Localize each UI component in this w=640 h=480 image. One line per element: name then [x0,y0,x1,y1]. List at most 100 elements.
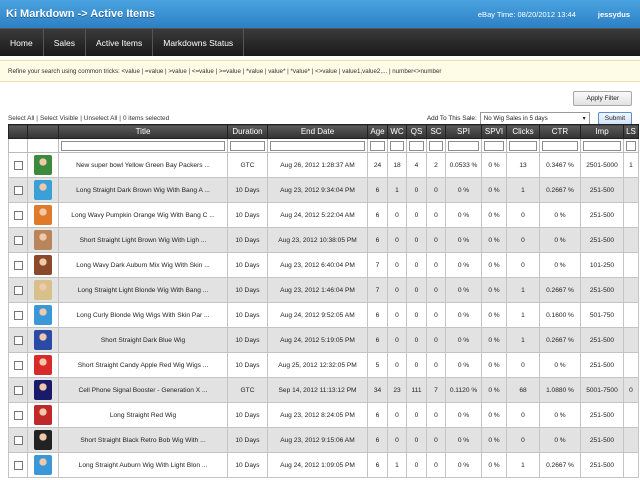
filter-spi-input[interactable] [448,140,479,151]
item-thumbnail[interactable] [34,205,52,225]
row-checkbox[interactable] [13,460,23,470]
cell-sc: 2 [426,152,446,178]
item-title[interactable]: Long Wavy Pumpkin Orange Wig With Bang C… [58,202,228,228]
cell-clicks: 1 [506,277,540,303]
row-checkbox[interactable] [13,260,23,270]
item-thumbnail[interactable] [34,230,52,250]
cell-imp: 251-500 [580,427,624,453]
col-duration[interactable]: Duration [227,124,268,139]
cell-duration: 10 Days [227,177,268,203]
nav-markdowns-status[interactable]: Markdowns Status [153,29,245,56]
item-title[interactable]: Long Curly Blonde Wig Wigs With Skin Par… [58,302,228,328]
item-title[interactable]: New super bowl Yellow Green Bay Packers … [58,152,228,178]
cell-sc: 0 [426,177,446,203]
col-clicks[interactable]: Clicks [506,124,540,139]
table-row[interactable]: Long Straight Red Wig 10 Days Aug 23, 2012… [8,402,639,428]
select-visible-link[interactable]: Select Visible [40,115,78,122]
col-sc[interactable]: SC [426,124,446,139]
submit-button[interactable]: Submit [597,111,632,125]
nav-home[interactable]: Home [0,29,44,56]
filter-qs-input[interactable] [409,140,424,151]
item-title[interactable]: Cell Phone Signal Booster - Generation X… [58,377,228,403]
filter-wc-input[interactable] [390,140,404,151]
col-end-date[interactable]: End Date [267,124,368,139]
cell-imp: 501-750 [580,302,624,328]
table-row[interactable]: Short Straight Candy Apple Red Wig Wigs … [8,352,639,378]
item-thumbnail[interactable] [34,355,52,375]
row-checkbox[interactable] [13,185,23,195]
row-checkbox[interactable] [13,335,23,345]
item-title[interactable]: Long Wavy Dark Auburn Mix Wig With Skin … [58,252,228,278]
item-thumbnail[interactable] [34,330,52,350]
col-spi[interactable]: SPI [445,124,482,139]
filter-imp-input[interactable] [583,140,621,151]
table-row[interactable]: Long Wavy Pumpkin Orange Wig With Bang C… [8,202,639,228]
col-qs[interactable]: QS [406,124,427,139]
filter-ls-input[interactable] [626,140,636,151]
table-row[interactable]: Long Straight Light Blonde Wig With Bang… [8,277,639,303]
col-title[interactable]: Title [58,124,228,139]
row-checkbox[interactable] [13,385,23,395]
item-thumbnail[interactable] [34,430,52,450]
filter-spvi-input[interactable] [484,140,504,151]
table-row[interactable]: Cell Phone Signal Booster - Generation X… [8,377,639,403]
cell-wc: 0 [387,252,407,278]
col-ctr[interactable]: CTR [539,124,581,139]
nav-active-items[interactable]: Active Items [86,29,154,56]
cell-age: 24 [367,152,388,178]
nav-sales[interactable]: Sales [44,29,86,56]
filter-duration-input[interactable] [230,140,265,151]
item-thumbnail[interactable] [34,305,52,325]
row-checkbox[interactable] [13,360,23,370]
table-row[interactable]: Long Straight Dark Brown Wig With Bang A… [8,177,639,203]
filter-clicks-input[interactable] [509,140,537,151]
row-checkbox[interactable] [13,310,23,320]
item-thumbnail[interactable] [34,455,52,475]
filter-age-input[interactable] [370,140,385,151]
row-checkbox[interactable] [13,285,23,295]
select-all-link[interactable]: Select All [8,115,34,122]
table-row[interactable]: Short Straight Dark Blue Wig 10 Days Aug 2… [8,327,639,353]
table-row[interactable]: New super bowl Yellow Green Bay Packers … [8,152,639,178]
item-title[interactable]: Short Straight Black Retro Bob Wig With … [58,427,228,453]
item-title[interactable]: Short Straight Dark Blue Wig [58,327,228,353]
item-thumbnail[interactable] [34,380,52,400]
item-title[interactable]: Long Straight Light Blonde Wig With Bang… [58,277,228,303]
item-title[interactable]: Long Straight Dark Brown Wig With Bang A… [58,177,228,203]
item-thumbnail[interactable] [34,280,52,300]
table-row[interactable]: Short Straight Black Retro Bob Wig With … [8,427,639,453]
unselect-all-link[interactable]: Unselect All [84,115,117,122]
item-thumbnail[interactable] [34,155,52,175]
col-imp[interactable]: Imp [580,124,624,139]
filter-ctr-input[interactable] [542,140,578,151]
row-checkbox[interactable] [13,160,23,170]
apply-filter-button[interactable]: Apply Filter [573,90,632,106]
sale-select[interactable]: No Wig Sales in 5 days ▾ [479,111,590,125]
item-thumbnail[interactable] [34,180,52,200]
cell-qs: 0 [406,202,427,228]
filter-end-date-input[interactable] [270,140,365,151]
cell-qs: 0 [406,252,427,278]
row-checkbox[interactable] [13,235,23,245]
row-checkbox[interactable] [13,435,23,445]
item-title[interactable]: Long Straight Auburn Wig With Light Blon… [58,452,228,478]
item-title[interactable]: Short Straight Light Brown Wig With Ligh… [58,227,228,253]
item-title[interactable]: Long Straight Red Wig [58,402,228,428]
table-row[interactable]: Short Straight Light Brown Wig With Ligh… [8,227,639,253]
filter-sc-input[interactable] [429,140,443,151]
item-thumbnail[interactable] [34,405,52,425]
table-row[interactable]: Long Wavy Dark Auburn Mix Wig With Skin … [8,252,639,278]
item-thumbnail[interactable] [34,255,52,275]
row-checkbox[interactable] [13,410,23,420]
table-row[interactable]: Long Curly Blonde Wig Wigs With Skin Par… [8,302,639,328]
filter-title-input[interactable] [61,140,225,151]
col-wc[interactable]: WC [387,124,407,139]
row-checkbox[interactable] [13,210,23,220]
table-row[interactable]: Long Straight Auburn Wig With Light Blon… [8,452,639,478]
col-spvi[interactable]: SPVI [481,124,507,139]
col-ls[interactable]: LS [623,124,639,139]
item-title[interactable]: Short Straight Candy Apple Red Wig Wigs … [58,352,228,378]
cell-qs: 0 [406,277,427,303]
user-name[interactable]: jessydus [598,10,630,19]
col-age[interactable]: Age [367,124,388,139]
